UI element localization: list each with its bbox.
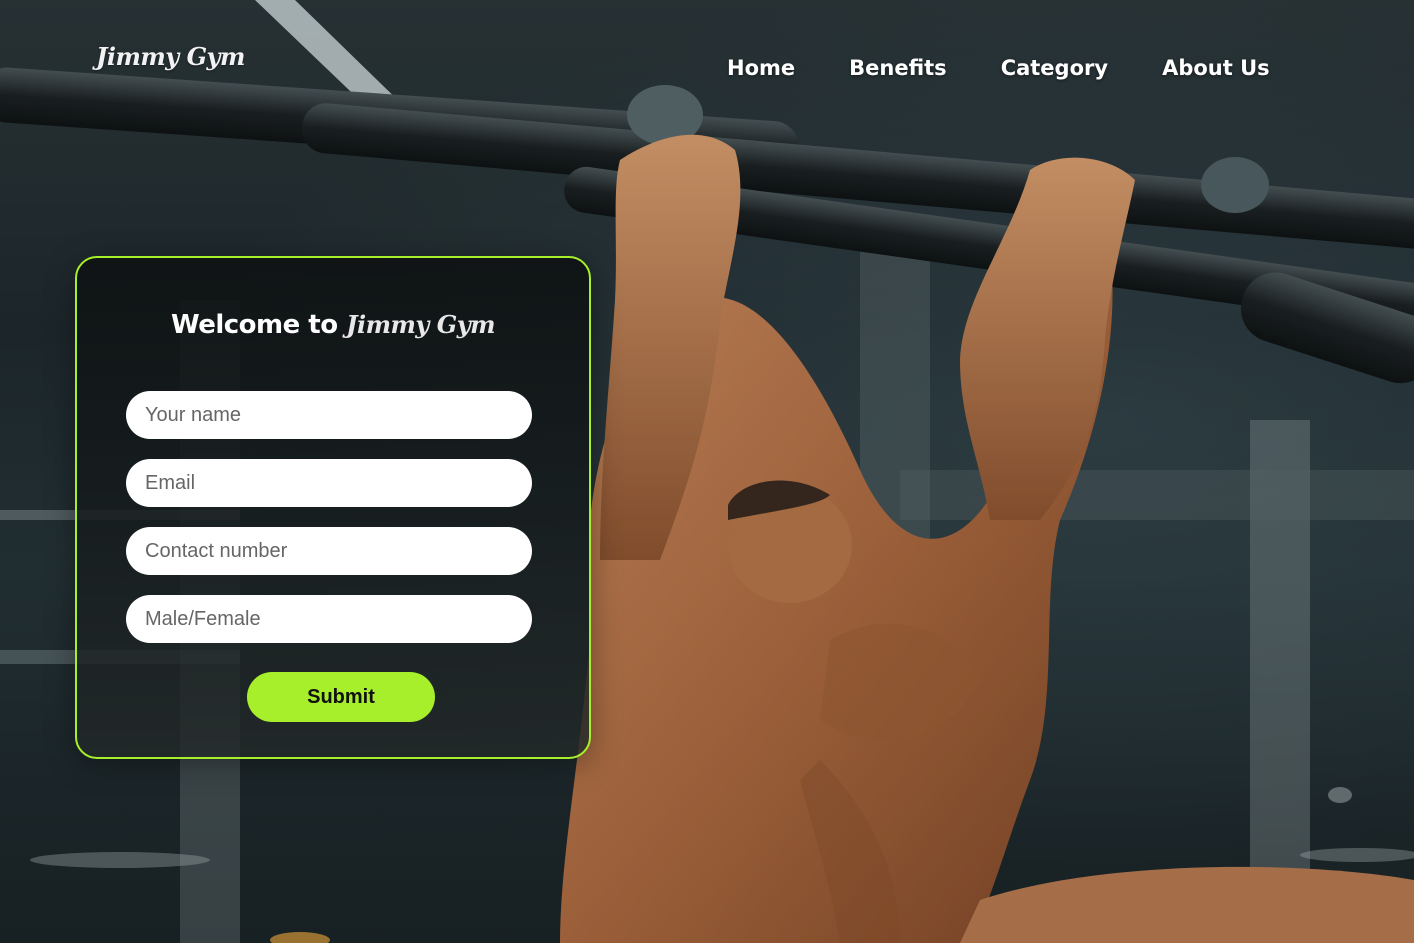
nav-item-benefits[interactable]: Benefits <box>822 52 974 84</box>
submit-button[interactable]: Submit <box>247 672 435 722</box>
contact-number-input[interactable] <box>126 527 532 575</box>
nav-item-home[interactable]: Home <box>700 52 822 84</box>
signup-title: Welcome to Jimmy Gym <box>77 310 589 340</box>
signup-card: Welcome to Jimmy Gym Submit <box>75 256 591 759</box>
name-input[interactable] <box>126 391 532 439</box>
signup-title-prefix: Welcome to <box>170 310 338 340</box>
email-input[interactable] <box>126 459 532 507</box>
gender-input[interactable] <box>126 595 532 643</box>
nav-item-category[interactable]: Category <box>974 52 1135 84</box>
landing-page: Jimmy Gym Home Benefits Category About U… <box>0 0 1414 943</box>
brand-logo[interactable]: Jimmy Gym <box>96 42 245 71</box>
main-nav: Home Benefits Category About Us <box>700 52 1297 84</box>
nav-item-about-us[interactable]: About Us <box>1135 52 1297 84</box>
signup-title-brand: Jimmy Gym <box>346 310 496 339</box>
